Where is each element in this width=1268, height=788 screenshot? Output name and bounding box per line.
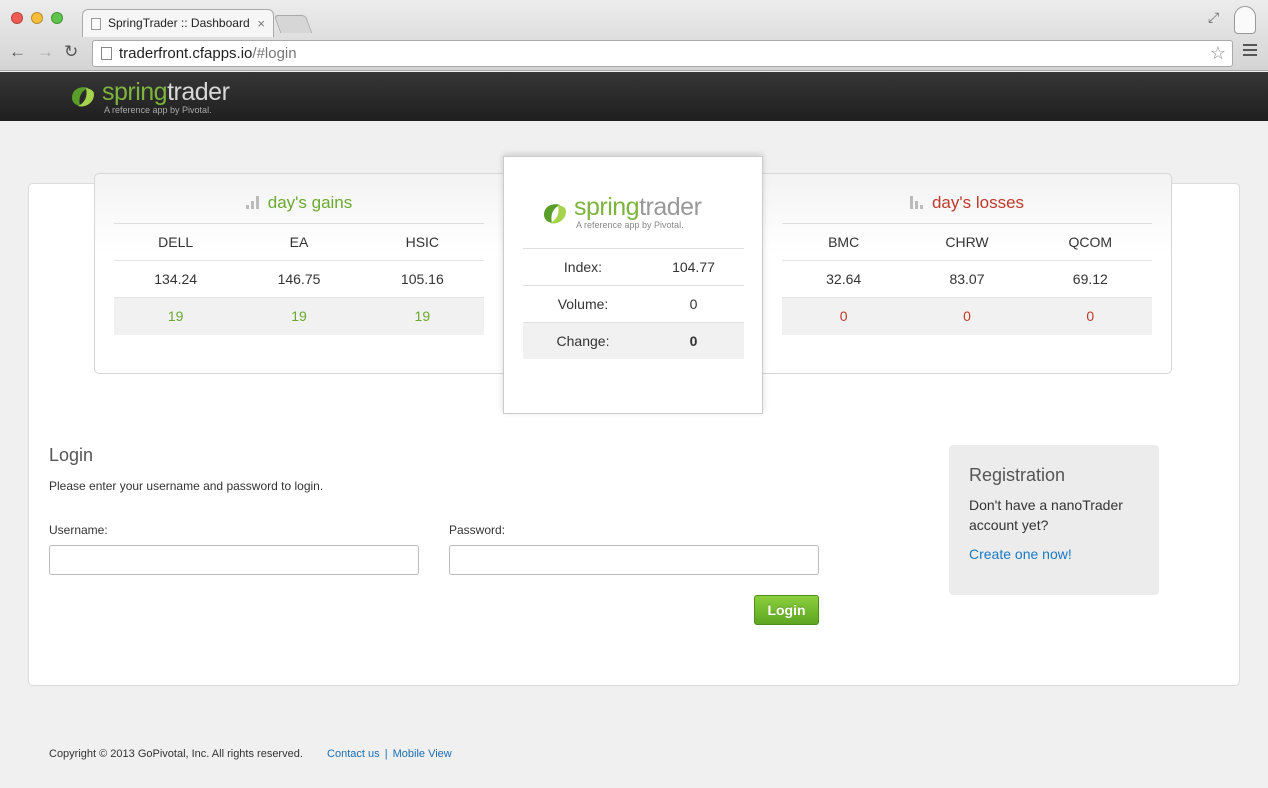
volume-value: 0 [689, 296, 698, 312]
username-label: Username: [49, 523, 108, 537]
address-bar[interactable]: traderfront.cfapps.io/#login ☆ [92, 40, 1233, 67]
contact-link[interactable]: Contact us [327, 748, 380, 760]
create-account-link[interactable]: Create one now! [969, 546, 1072, 562]
profile-icon[interactable] [1234, 6, 1256, 34]
logo-trader: trader [639, 193, 702, 221]
logo-spring: spring [102, 78, 168, 106]
site-logo[interactable]: springtrader A reference app by Pivotal. [68, 78, 230, 115]
bookmark-star-icon[interactable]: ☆ [1210, 41, 1226, 66]
loss-volume: 0 [1086, 308, 1095, 324]
card-logo: springtrader A reference app by Pivotal. [540, 193, 702, 230]
gains-title: day's gains [114, 174, 484, 224]
loss-volume: 0 [839, 308, 848, 324]
losses-panel: day's losses BMC CHRW QCOM 32.64 83.07 6… [782, 174, 1152, 335]
change-row: Change: 0 [523, 322, 744, 359]
logo-subtitle: A reference app by Pivotal. [576, 220, 684, 230]
close-window-button[interactable] [11, 12, 23, 24]
gain-price: 105.16 [400, 271, 444, 287]
gain-symbol[interactable]: DELL [114, 224, 237, 260]
back-button[interactable]: ← [9, 42, 26, 62]
fullscreen-icon[interactable]: ⤢ [1208, 9, 1219, 26]
minimize-window-button[interactable] [31, 12, 43, 24]
gains-prices-row: 134.24 146.75 105.16 [114, 261, 484, 298]
loss-symbol[interactable]: QCOM [1029, 224, 1152, 260]
url-path: /#login [252, 45, 297, 62]
close-tab-icon[interactable]: × [257, 10, 265, 37]
window-controls [11, 12, 63, 24]
password-input[interactable] [449, 545, 819, 575]
logo-trader: trader [167, 78, 230, 106]
change-value: 0 [689, 333, 698, 349]
volume-label: Volume: [557, 296, 609, 312]
change-label: Change: [556, 333, 610, 349]
loss-volume: 0 [963, 308, 971, 324]
new-tab-button[interactable] [273, 15, 313, 33]
mobile-view-link[interactable]: Mobile View [393, 748, 452, 760]
footer: Copyright © 2013 GoPivotal, Inc. All rig… [49, 748, 452, 760]
page-icon [91, 18, 101, 30]
loss-price: 83.07 [949, 271, 985, 287]
losses-title: day's losses [782, 174, 1152, 224]
gain-volume: 19 [291, 308, 307, 324]
url-host: traderfront.cfapps.io [119, 45, 253, 62]
browser-tab[interactable]: SpringTrader :: Dashboard × [82, 9, 274, 37]
loss-price: 69.12 [1072, 271, 1108, 287]
logo-spring: spring [574, 193, 640, 221]
bar-chart-icon [909, 196, 924, 209]
registration-text: Don't have a nanoTrader account yet? [969, 497, 1123, 533]
losses-symbols-row: BMC CHRW QCOM [782, 224, 1152, 261]
bar-chart-icon [245, 196, 260, 209]
gain-volume: 19 [414, 308, 431, 324]
losses-volumes-row: 0 0 0 [782, 298, 1152, 335]
username-input[interactable] [49, 545, 419, 575]
registration-title: Registration [969, 465, 1066, 485]
gain-price: 146.75 [277, 271, 321, 287]
registration-box: Registration Don't have a nanoTrader acc… [949, 445, 1159, 595]
gain-symbol[interactable]: EA [237, 224, 360, 260]
tab-title: SpringTrader :: Dashboard [108, 16, 250, 30]
gains-volumes-row: 19 19 19 [114, 298, 484, 335]
logo-subtitle: A reference app by Pivotal. [104, 105, 212, 115]
gains-symbols-row: DELL EA HSIC [114, 224, 484, 261]
loss-symbol[interactable]: BMC [782, 224, 905, 260]
forward-button[interactable]: → [37, 42, 54, 62]
loss-price: 32.64 [826, 271, 862, 287]
gains-title-text: day's gains [267, 193, 353, 212]
copyright-text: Copyright © 2013 GoPivotal, Inc. All rig… [49, 748, 303, 760]
zoom-window-button[interactable] [51, 12, 63, 24]
index-row: Index: 104.77 [523, 248, 744, 285]
menu-icon[interactable] [1243, 44, 1257, 56]
gains-panel: day's gains DELL EA HSIC 134.24 146.75 1… [114, 174, 484, 335]
gain-volume: 19 [167, 308, 184, 324]
index-label: Index: [563, 259, 603, 275]
leaf-logo-icon [544, 204, 566, 224]
losses-title-text: day's losses [931, 193, 1025, 212]
volume-row: Volume: 0 [523, 285, 744, 322]
site-header: springtrader A reference app by Pivotal. [0, 72, 1268, 121]
page-icon [101, 47, 112, 60]
market-index-card: springtrader A reference app by Pivotal.… [503, 156, 763, 414]
gain-price: 134.24 [154, 271, 198, 287]
reload-button[interactable]: ↻ [64, 42, 78, 62]
leaf-logo-icon [72, 87, 94, 107]
footer-separator: | [384, 748, 388, 760]
losses-prices-row: 32.64 83.07 69.12 [782, 261, 1152, 298]
index-value: 104.77 [672, 259, 715, 275]
loss-symbol[interactable]: CHRW [905, 224, 1028, 260]
login-prompt: Please enter your username and password … [49, 479, 324, 493]
password-label: Password: [449, 523, 506, 537]
browser-chrome: SpringTrader :: Dashboard × ⤢ ← → ↻ trad… [0, 0, 1268, 71]
login-button[interactable]: Login [754, 595, 819, 625]
gain-symbol[interactable]: HSIC [361, 224, 484, 260]
login-title: Login [49, 445, 94, 465]
